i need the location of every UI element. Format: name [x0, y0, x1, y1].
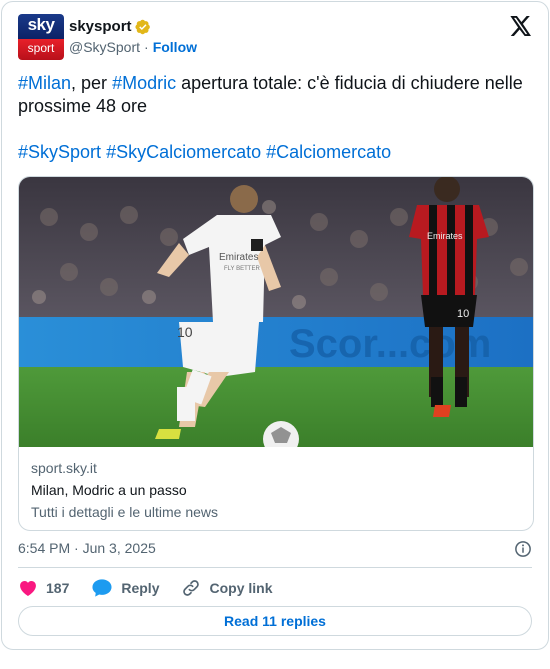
handle-row: @SkySport · Follow — [69, 39, 197, 55]
shirt-sponsor-1: Emirates — [219, 252, 258, 263]
heart-icon — [20, 581, 36, 596]
separator: · — [74, 540, 79, 556]
likes-count: 187 — [46, 580, 70, 596]
tweet-text: #Milan, per #Modric apertura totale: c'è… — [18, 72, 528, 164]
tweet-time[interactable]: 6:54 PM — [18, 540, 70, 556]
x-logo-icon[interactable] — [510, 16, 532, 36]
hashtag-milan[interactable]: #Milan — [18, 73, 71, 93]
link-description: Tutti i dettagli e le ultime news — [31, 504, 219, 520]
tweet-card: sky sport skysport @SkySport · Follow #M… — [1, 1, 549, 650]
hashtag-skycalciomercato[interactable]: #SkyCalciomercato — [106, 142, 261, 162]
link-domain[interactable]: sport.sky.it — [31, 460, 521, 476]
copy-link-label: Copy link — [209, 580, 273, 596]
tweet-line-1: #Milan, per #Modric apertura totale: c'è… — [18, 72, 528, 118]
name-row: skysport — [69, 18, 151, 35]
shirt-number-1: 10 — [177, 324, 193, 340]
shirt-number-2: 10 — [457, 308, 469, 320]
tweet-header: sky sport skysport @SkySport · Follow — [18, 14, 532, 62]
shirt-sponsor-3: Emirates — [427, 231, 463, 241]
hashtag-skysport[interactable]: #SkySport — [18, 142, 101, 162]
avatar-sport-text: sport — [27, 41, 55, 55]
handle[interactable]: @SkySport — [69, 39, 140, 55]
verified-badge-icon — [134, 19, 150, 34]
tweet-text-fragment: , per — [71, 73, 113, 93]
separator: · — [144, 39, 149, 55]
display-name[interactable]: skysport — [69, 18, 132, 35]
link-title[interactable]: Milan, Modric a un passo — [31, 482, 521, 498]
copy-link-button[interactable]: Copy link — [181, 578, 273, 598]
timestamp-row: 6:54 PM · Jun 3, 2025 — [18, 540, 532, 560]
link-icon — [183, 580, 200, 596]
link-preview-card[interactable]: Scor...com Emirates FLY BETTER 10 Emirat… — [18, 176, 534, 531]
hashtag-modric[interactable]: #Modric — [112, 73, 176, 93]
shirt-sponsor-2: FLY BETTER — [224, 266, 260, 272]
link-meta: sport.sky.it Milan, Modric a un passo Tu… — [31, 460, 521, 520]
action-bar: 187 Reply Copy link — [18, 576, 532, 600]
avatar-sky-text: sky — [27, 15, 55, 34]
follow-button[interactable]: Follow — [153, 39, 197, 55]
link-preview-image[interactable]: Scor...com Emirates FLY BETTER 10 Emirat… — [19, 177, 533, 447]
reply-bubble-icon — [92, 579, 112, 597]
reply-button[interactable]: Reply — [91, 578, 159, 598]
read-replies-button[interactable]: Read 11 replies — [18, 606, 532, 636]
reply-label: Reply — [121, 580, 160, 596]
divider — [18, 567, 532, 568]
hashtag-calciomercato[interactable]: #Calciomercato — [266, 142, 391, 162]
tweet-hashtags: #SkySport #SkyCalciomercato #Calciomerca… — [18, 141, 528, 164]
tweet-date[interactable]: Jun 3, 2025 — [83, 540, 156, 556]
like-button[interactable]: 187 — [18, 578, 69, 598]
avatar[interactable]: sky sport — [18, 14, 64, 60]
info-icon[interactable] — [514, 540, 532, 558]
